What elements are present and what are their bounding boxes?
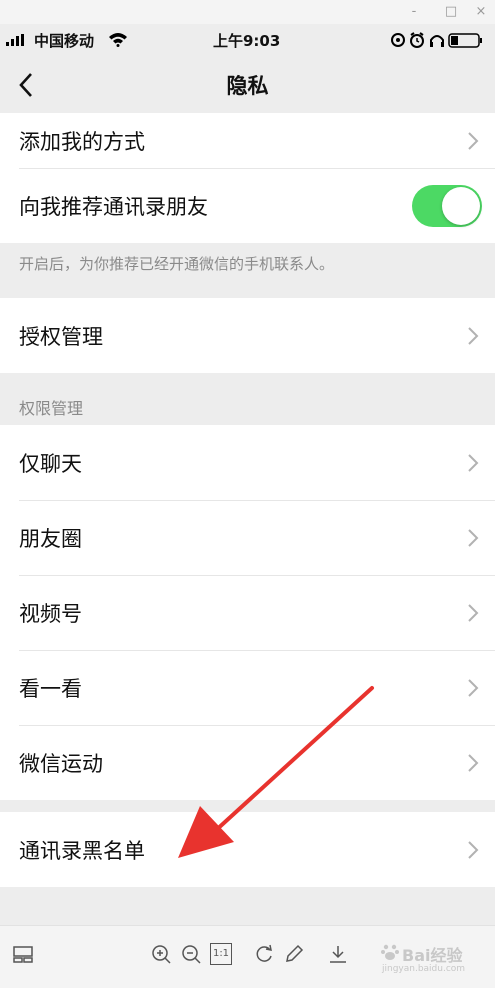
- row-moments[interactable]: 朋友圈: [0, 500, 495, 575]
- carrier-name: 中国移动: [34, 32, 95, 50]
- section-header-permissions: 权限管理: [0, 373, 495, 425]
- row-label: 向我推荐通讯录朋友: [19, 194, 208, 219]
- chevron-right-icon: [468, 678, 479, 697]
- row-label: 添加我的方式: [19, 129, 145, 154]
- chevron-right-icon: [468, 453, 479, 472]
- chevron-right-icon: [468, 753, 479, 772]
- rotate-icon[interactable]: [253, 943, 275, 965]
- chevron-right-icon: [468, 326, 479, 345]
- status-bar: 中国移动 上午9:03: [0, 24, 495, 56]
- status-time: 上午9:03: [213, 32, 281, 50]
- row-label: 视频号: [19, 601, 82, 626]
- signal-icon: [6, 34, 24, 46]
- window-title-bar: - □ ×: [0, 0, 495, 24]
- alarm-icon: [410, 32, 424, 48]
- maximize-button[interactable]: □: [441, 2, 461, 22]
- row-label: 仅聊天: [19, 451, 82, 476]
- watermark: Bai经验 jingyan.baidu.com: [378, 940, 488, 980]
- row-recommend-contacts: 向我推荐通讯录朋友: [0, 168, 495, 243]
- chevron-right-icon: [468, 528, 479, 547]
- viewer-toolbar: 1:1 Bai经验 jingyan.baidu.com: [0, 925, 495, 988]
- recommend-contacts-toggle[interactable]: [412, 184, 482, 227]
- edit-pencil-icon[interactable]: [283, 943, 305, 965]
- actual-size-button[interactable]: 1:1: [210, 943, 232, 965]
- recommend-hint: 开启后，为你推荐已经开通微信的手机联系人。: [0, 243, 495, 298]
- close-button[interactable]: ×: [471, 2, 491, 22]
- toggle-knob: [442, 186, 480, 225]
- minimize-button[interactable]: -: [404, 2, 424, 22]
- row-auth-manage[interactable]: 授权管理: [0, 298, 495, 373]
- chevron-right-icon: [468, 840, 479, 859]
- headphones-icon: [430, 35, 444, 47]
- row-chat-only[interactable]: 仅聊天: [0, 425, 495, 500]
- zoom-out-icon[interactable]: [180, 943, 202, 965]
- watermark-text: Bai经验: [402, 946, 463, 965]
- watermark-subtext: jingyan.baidu.com: [382, 964, 466, 974]
- location-lock-icon: [391, 33, 405, 47]
- zoom-in-icon[interactable]: [150, 943, 172, 965]
- row-channels[interactable]: 视频号: [0, 575, 495, 650]
- chevron-right-icon: [468, 131, 479, 150]
- layout-icon[interactable]: [12, 943, 34, 965]
- chevron-right-icon: [468, 603, 479, 622]
- battery-icon: [448, 33, 482, 48]
- paw-logo-icon: [381, 944, 399, 960]
- row-label: 微信运动: [19, 751, 103, 776]
- wifi-icon: [109, 33, 127, 47]
- row-add-me[interactable]: 添加我的方式: [0, 113, 495, 168]
- navigation-bar: 隐私: [0, 56, 495, 113]
- page-title: 隐私: [226, 74, 269, 98]
- row-label: 朋友圈: [19, 526, 82, 551]
- row-label: 通讯录黑名单: [19, 838, 145, 863]
- download-icon[interactable]: [327, 943, 349, 965]
- annotation-arrow-icon: [178, 686, 374, 858]
- row-label: 看一看: [19, 676, 82, 701]
- status-icons: [391, 32, 482, 48]
- row-label: 授权管理: [19, 324, 103, 349]
